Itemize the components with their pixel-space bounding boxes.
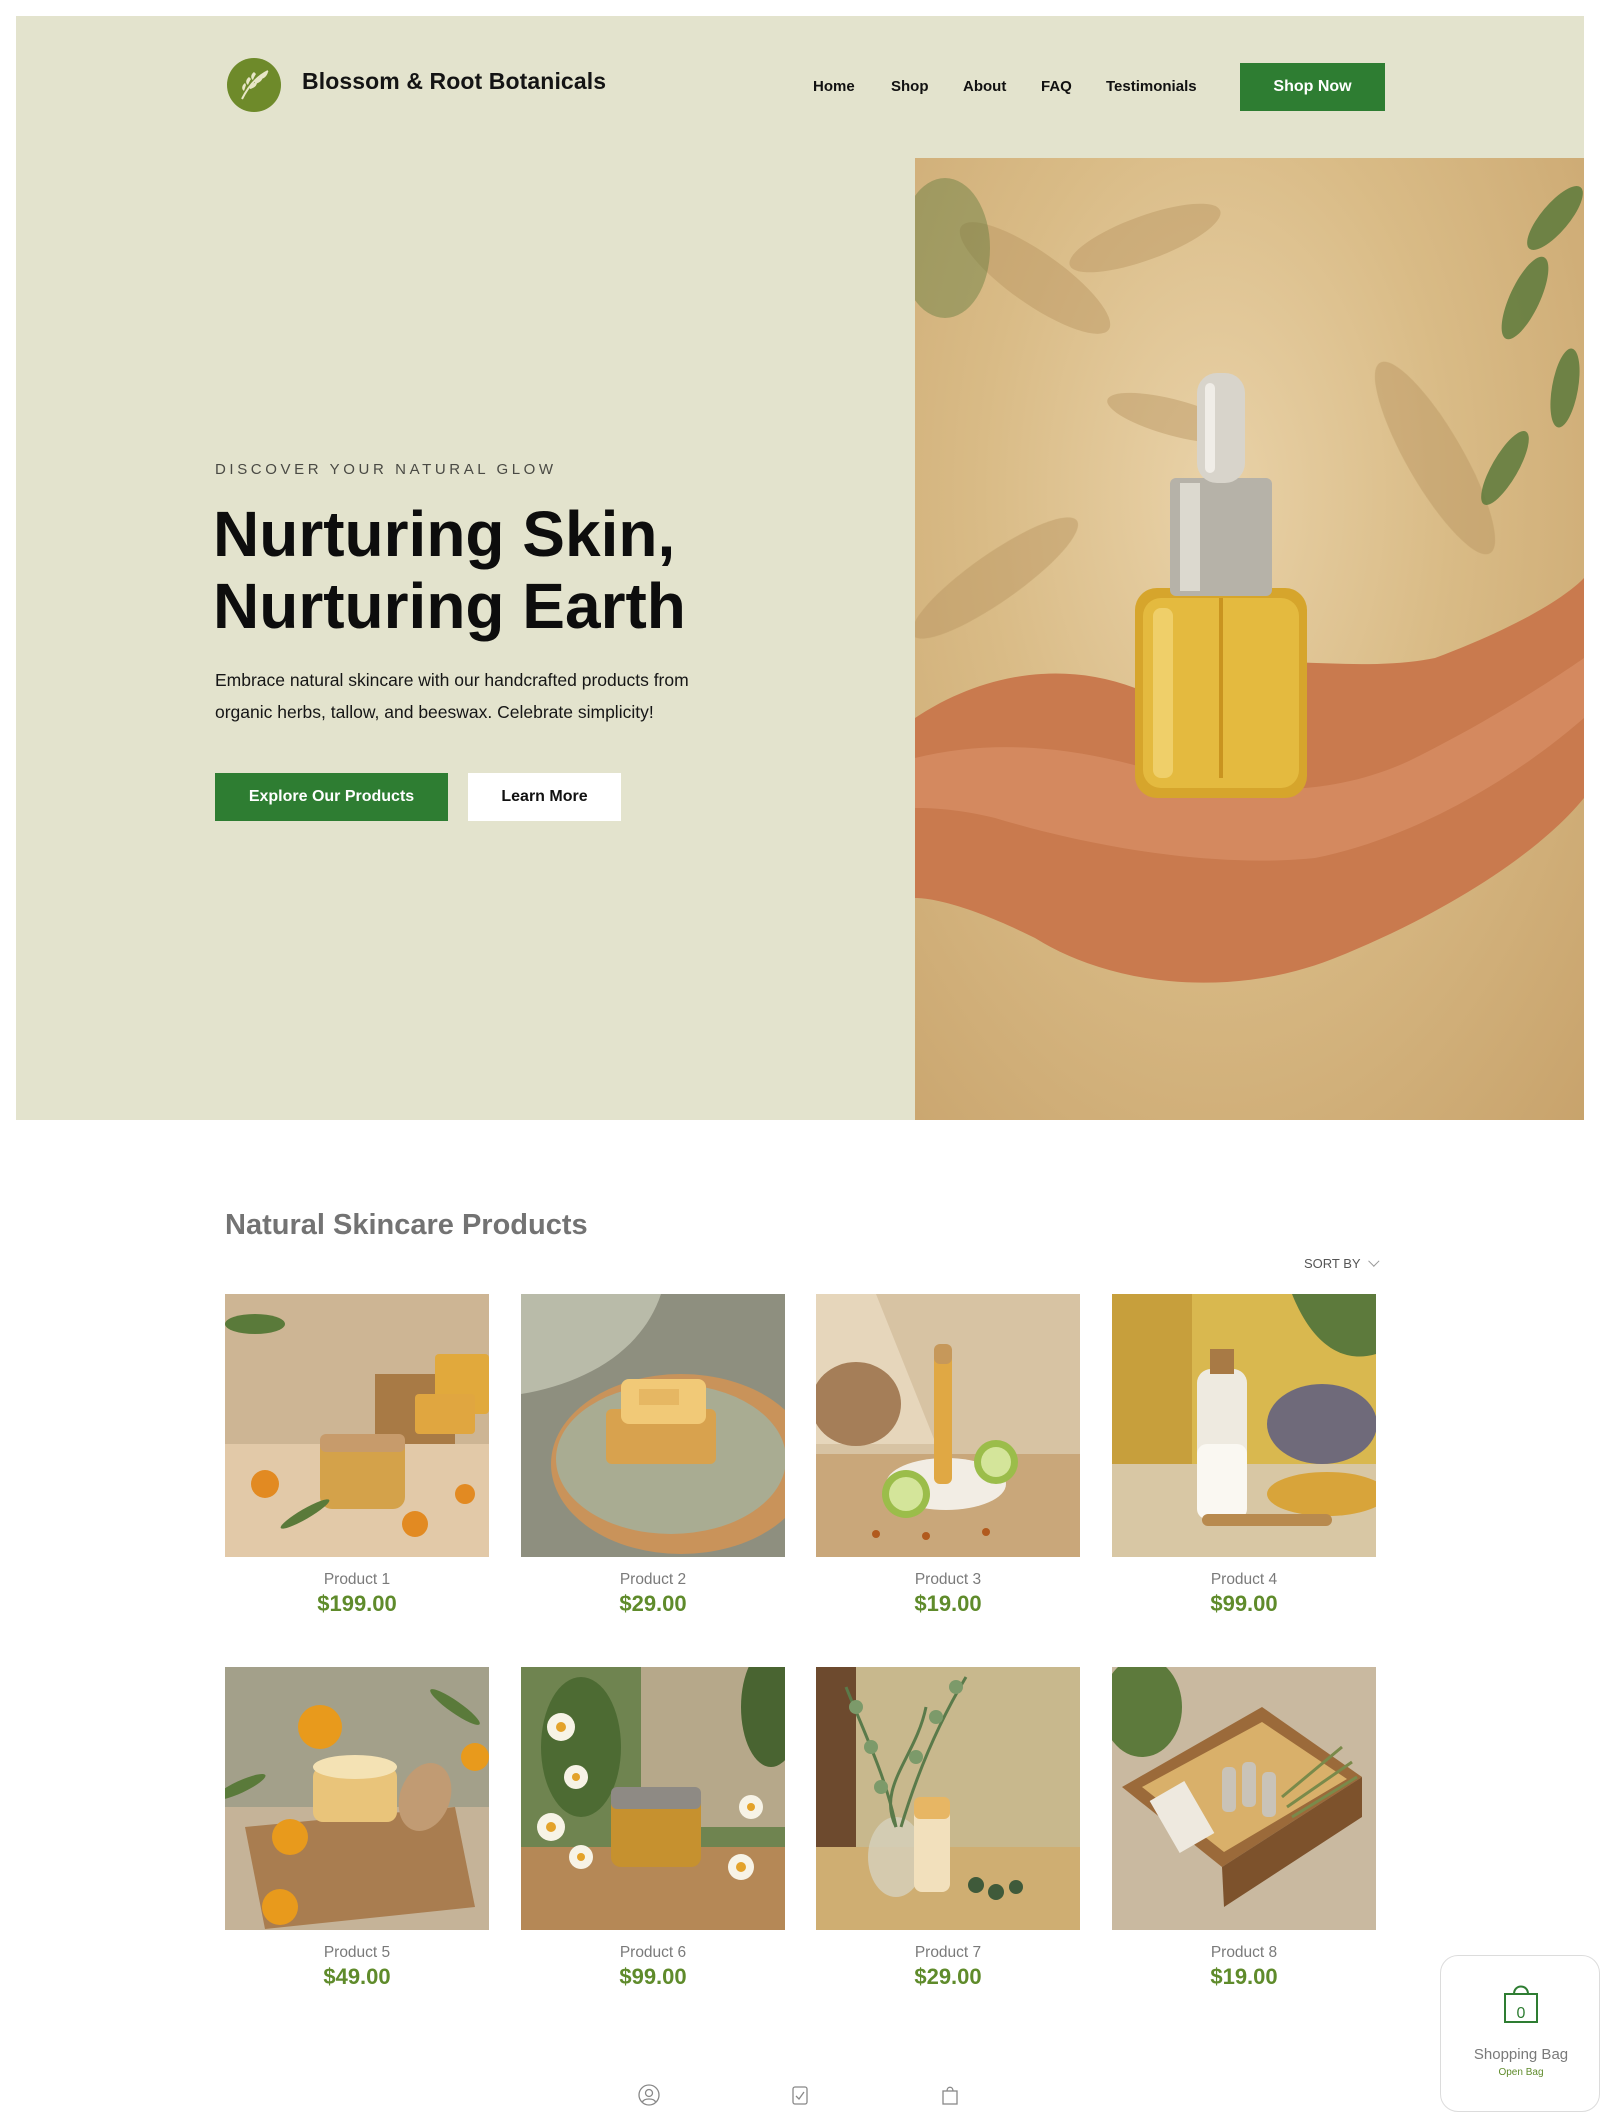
product-7-name: Product 7 bbox=[914, 1944, 982, 1961]
product-6-image[interactable] bbox=[521, 1667, 785, 1930]
product-5-price: $49.00 bbox=[323, 1964, 391, 1989]
clipboard-check-icon[interactable] bbox=[789, 2084, 811, 2106]
hero-description: Embrace natural skincare with our handcr… bbox=[215, 670, 689, 722]
chevron-down-icon bbox=[1367, 1255, 1380, 1267]
shopping-bag-widget[interactable]: 0 Shopping Bag Open Bag bbox=[1440, 1955, 1600, 2112]
sort-by-label: SORT BY bbox=[1304, 1256, 1361, 1271]
product-2-name: Product 2 bbox=[619, 1571, 687, 1588]
hero-headline-line-1: Nurturing Skin, bbox=[213, 498, 676, 570]
explore-products-button[interactable]: Explore Our Products bbox=[215, 773, 448, 821]
product-3-image[interactable] bbox=[816, 1294, 1080, 1557]
product-4-name: Product 4 bbox=[1210, 1571, 1278, 1588]
product-4-image[interactable] bbox=[1112, 1294, 1376, 1557]
product-1-price: $199.00 bbox=[317, 1591, 397, 1616]
shopping-bag-icon[interactable] bbox=[939, 2084, 961, 2106]
product-3-name: Product 3 bbox=[914, 1571, 982, 1588]
product-6-price: $99.00 bbox=[619, 1964, 687, 1989]
nav-shop[interactable]: Shop bbox=[891, 78, 929, 95]
product-8-price: $19.00 bbox=[1210, 1964, 1278, 1989]
product-card-4[interactable]: Product 4 $99.00 bbox=[1112, 1294, 1376, 1617]
user-icon[interactable] bbox=[638, 2084, 660, 2106]
learn-more-button[interactable]: Learn More bbox=[468, 773, 621, 821]
product-4-price: $99.00 bbox=[1210, 1591, 1278, 1616]
product-card-2[interactable]: Product 2 $29.00 bbox=[521, 1294, 785, 1617]
open-bag-link[interactable]: Open Bag bbox=[1441, 2067, 1600, 2078]
product-card-7[interactable]: Product 7 $29.00 bbox=[816, 1667, 1080, 1990]
product-card-3[interactable]: Product 3 $19.00 bbox=[816, 1294, 1080, 1617]
product-card-5[interactable]: Product 5 $49.00 bbox=[225, 1667, 489, 1990]
product-2-price: $29.00 bbox=[619, 1591, 687, 1616]
sort-by-dropdown[interactable]: SORT BY bbox=[1304, 1255, 1380, 1271]
hero-headline-line-2: Nurturing Earth bbox=[213, 570, 686, 642]
product-card-8[interactable]: Product 8 $19.00 bbox=[1112, 1667, 1376, 1990]
product-2-image[interactable] bbox=[521, 1294, 785, 1557]
bag-item-count: 0 bbox=[1516, 2005, 1526, 2022]
product-8-name: Product 8 bbox=[1210, 1944, 1278, 1961]
product-card-1[interactable]: Product 1 $199.00 bbox=[225, 1294, 489, 1617]
brand-name[interactable]: Blossom & Root Botanicals bbox=[302, 68, 606, 95]
hero-serum-photo bbox=[915, 158, 1584, 1120]
nav-home[interactable]: Home bbox=[813, 78, 855, 95]
product-3-price: $19.00 bbox=[914, 1591, 982, 1616]
product-8-image[interactable] bbox=[1112, 1667, 1376, 1930]
product-7-price: $29.00 bbox=[914, 1964, 982, 1989]
product-7-image[interactable] bbox=[816, 1667, 1080, 1930]
product-card-6[interactable]: Product 6 $99.00 bbox=[521, 1667, 785, 1990]
products-section-title: Natural Skincare Products bbox=[225, 1209, 588, 1241]
hero-headline: Nurturing Skin, Nurturing Earth bbox=[213, 498, 813, 642]
hero-section: Blossom & Root Botanicals Home Shop Abou… bbox=[16, 16, 1584, 1120]
hero-eyebrow: DISCOVER YOUR NATURAL GLOW bbox=[215, 461, 557, 478]
product-5-name: Product 5 bbox=[323, 1944, 391, 1961]
product-5-image[interactable] bbox=[225, 1667, 489, 1930]
nav-testimonials[interactable]: Testimonials bbox=[1106, 78, 1197, 95]
product-6-name: Product 6 bbox=[619, 1944, 687, 1961]
bag-label: Shopping Bag bbox=[1473, 2046, 1569, 2063]
shop-now-button[interactable]: Shop Now bbox=[1240, 63, 1385, 111]
product-1-name: Product 1 bbox=[323, 1571, 391, 1588]
nav-about[interactable]: About bbox=[963, 78, 1006, 95]
top-navigation: Blossom & Root Botanicals Home Shop Abou… bbox=[16, 16, 1584, 158]
product-1-image[interactable] bbox=[225, 1294, 489, 1557]
leaf-logo-icon[interactable] bbox=[227, 58, 281, 112]
nav-faq[interactable]: FAQ bbox=[1041, 78, 1072, 95]
